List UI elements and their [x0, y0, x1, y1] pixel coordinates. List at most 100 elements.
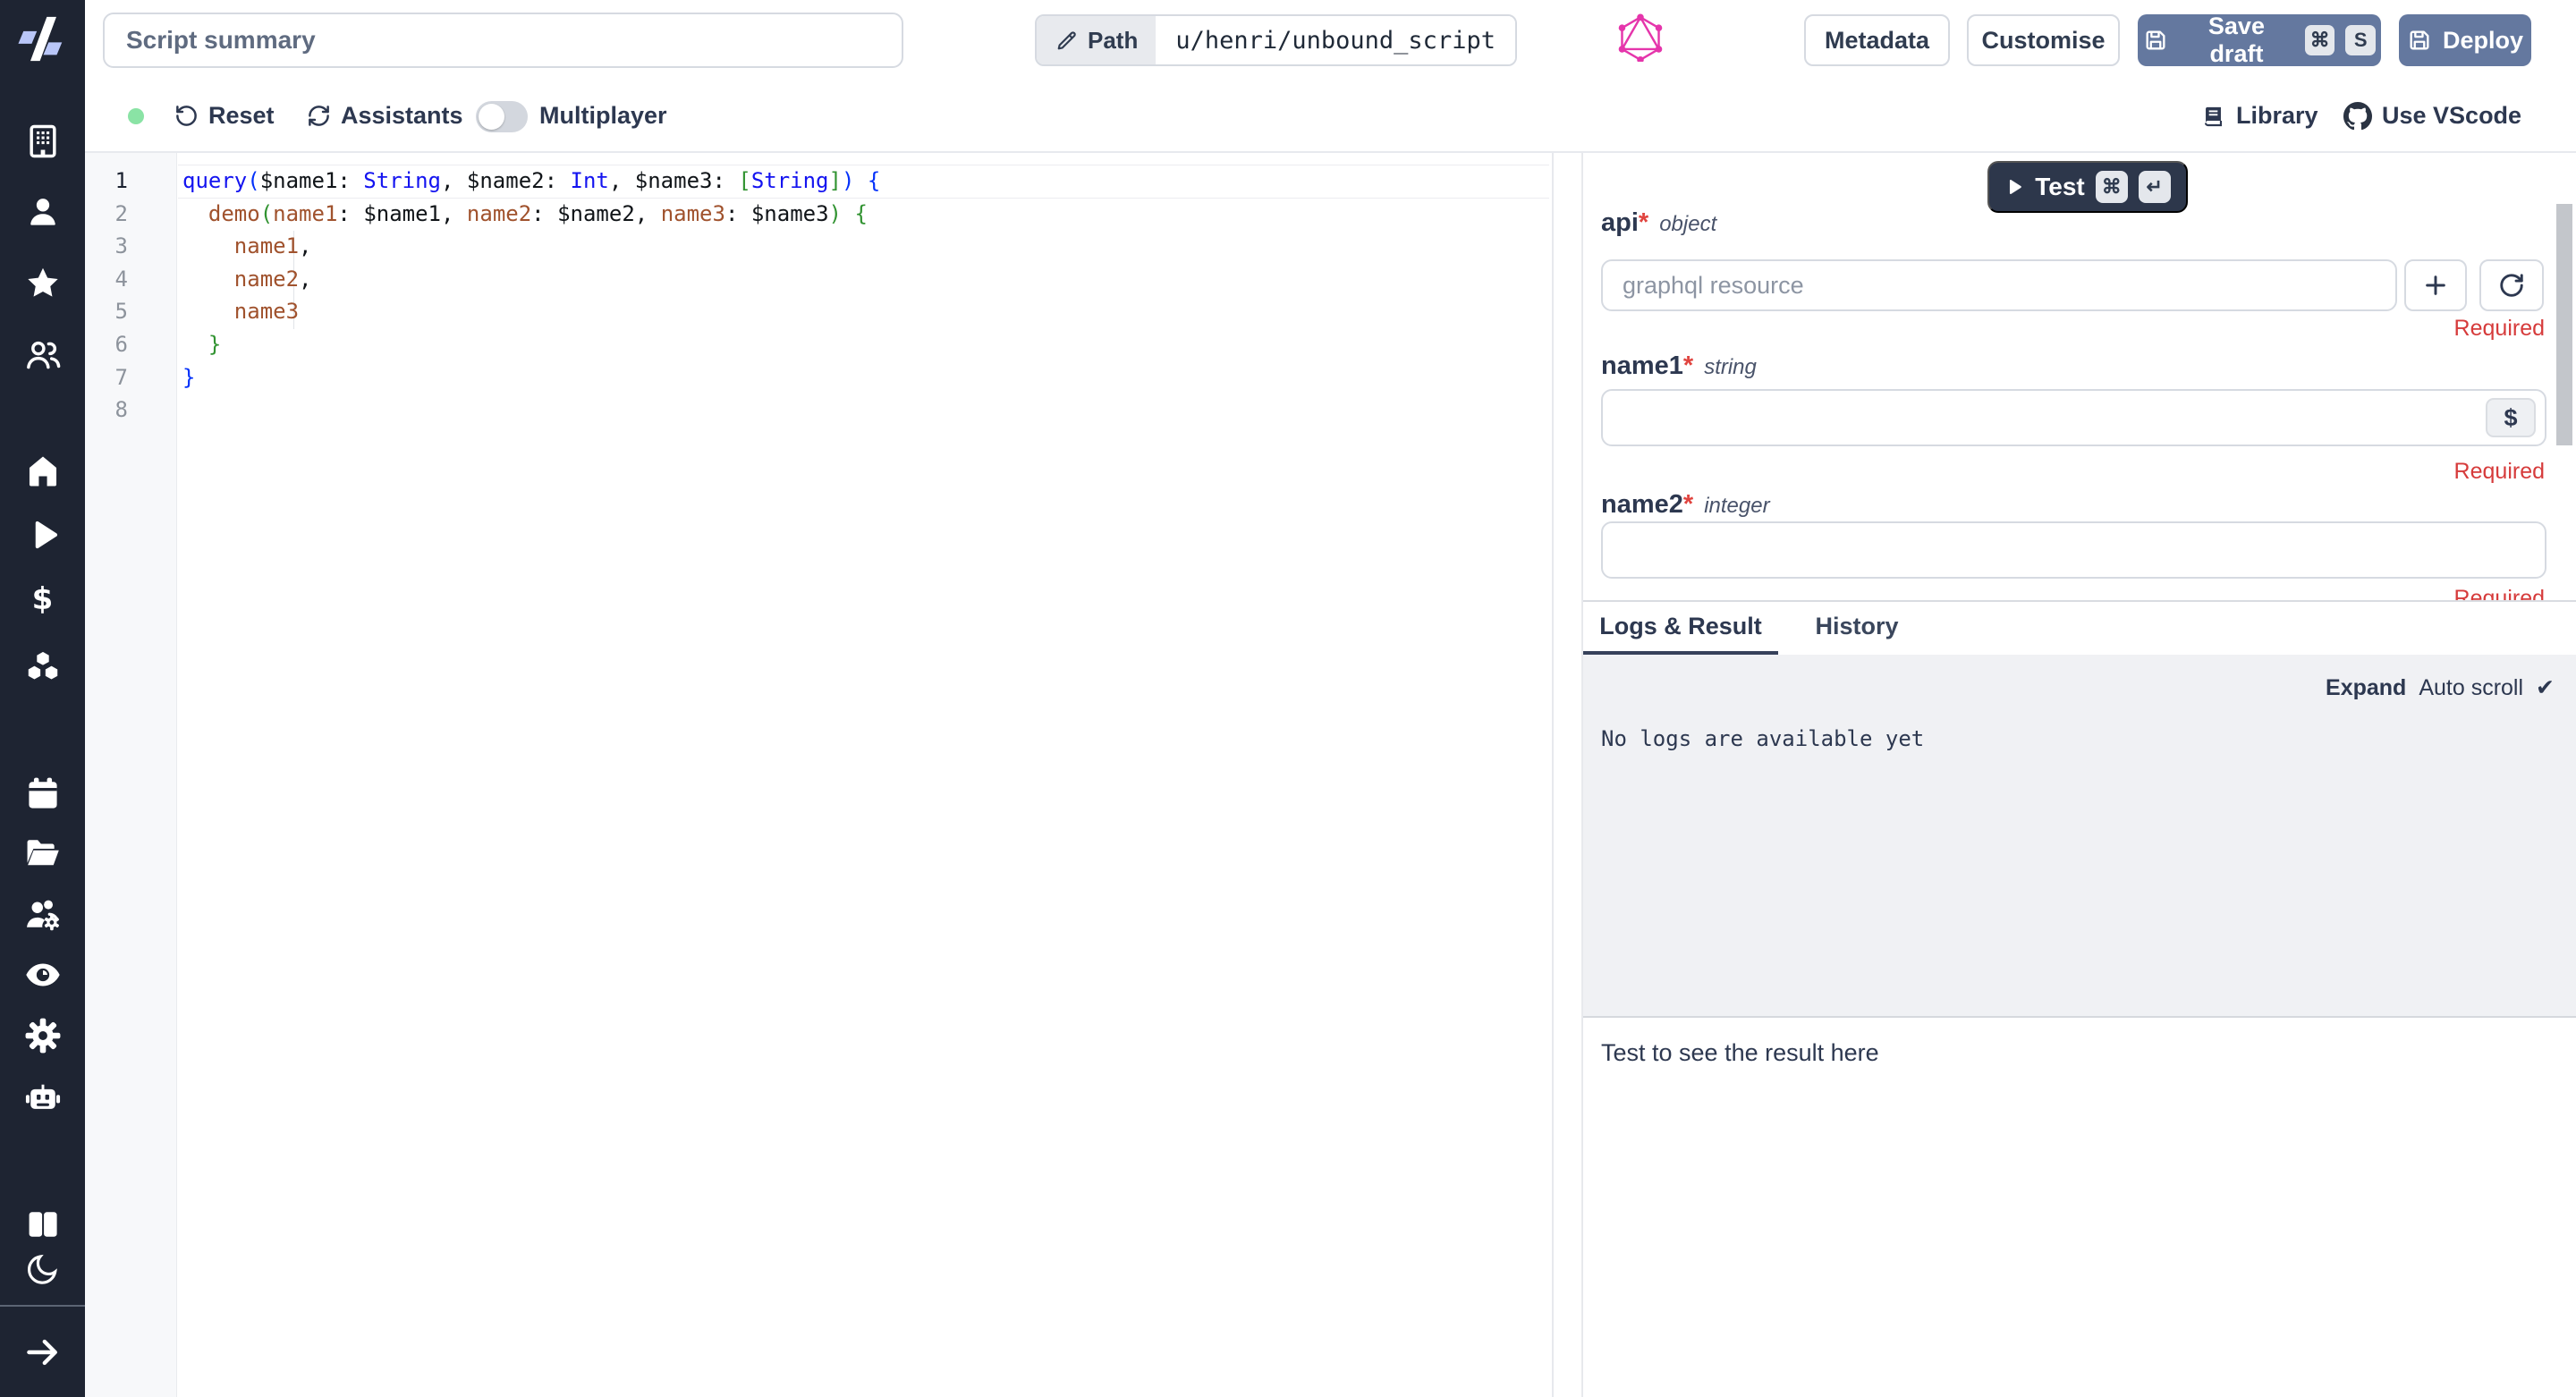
graphql-logo-icon [1616, 13, 1665, 62]
book-open-icon[interactable] [0, 1205, 85, 1244]
code-line[interactable] [182, 394, 1548, 427]
topbar: Path u/henri/unbound_script Metadata Cus… [85, 0, 2576, 80]
code-line[interactable]: name3 [182, 295, 1548, 328]
field-name: name1 [1601, 351, 1683, 380]
assistants-button[interactable]: Assistants [307, 80, 463, 151]
code-lines[interactable]: query($name1: String, $name2: Int, $name… [182, 165, 1548, 427]
name2-input[interactable] [1601, 521, 2546, 579]
calendar-icon[interactable] [0, 775, 85, 814]
users-icon[interactable] [0, 335, 85, 375]
building-icon[interactable] [0, 122, 85, 161]
arrow-right-icon[interactable] [0, 1333, 85, 1372]
line-numbers: 12345678 [85, 153, 176, 427]
add-resource-button[interactable] [2404, 259, 2467, 311]
use-vscode-button[interactable]: Use VScode [2343, 80, 2521, 151]
line-number: 7 [85, 361, 128, 394]
robot-icon[interactable] [0, 1078, 85, 1117]
cmd-key: ⌘ [2305, 25, 2335, 55]
auto-scroll-label[interactable]: Auto scroll [2419, 675, 2523, 701]
code-line[interactable]: } [182, 361, 1548, 394]
sidebar: $ [0, 0, 85, 1397]
library-label: Library [2236, 102, 2318, 130]
code-line[interactable]: demo(name1: $name1, name2: $name2, name3… [182, 198, 1548, 231]
moon-icon[interactable] [0, 1249, 85, 1289]
reset-label: Reset [208, 102, 275, 130]
field-label-name1: name1* string [1601, 351, 1757, 381]
enter-key: ↵ [2139, 171, 2171, 203]
expand-button[interactable]: Expand [2326, 675, 2406, 701]
metadata-button[interactable]: Metadata [1804, 14, 1950, 66]
test-label: Test [2035, 173, 2085, 201]
logs-empty-message: No logs are available yet [1601, 726, 1924, 751]
path-group[interactable]: Path u/henri/unbound_script [1035, 14, 1517, 66]
boxes-icon[interactable] [0, 647, 85, 686]
tab-logs-result[interactable]: Logs & Result [1583, 602, 1778, 651]
line-number: 4 [85, 263, 128, 296]
cmd-key: ⌘ [2096, 171, 2128, 203]
field-type: integer [1704, 494, 1769, 519]
eye-icon[interactable] [0, 955, 85, 995]
form-scrollbar[interactable] [2556, 204, 2572, 445]
path-edit-button[interactable]: Path [1037, 16, 1156, 64]
code-line[interactable]: name2, [182, 263, 1548, 296]
name1-input[interactable] [1601, 389, 2546, 446]
play-icon[interactable] [0, 515, 85, 555]
plus-icon [2421, 271, 2450, 300]
result-placeholder: Test to see the result here [1601, 1039, 1879, 1067]
multiplayer-toggle[interactable] [476, 101, 528, 132]
s-key: S [2345, 25, 2376, 55]
field-label-api: api* object [1601, 208, 1716, 238]
path-label: Path [1088, 27, 1138, 55]
save-icon [2407, 28, 2432, 53]
windmill-logo-icon[interactable] [0, 13, 85, 66]
code-line[interactable]: } [182, 328, 1548, 361]
result-tabs: Logs & Result History [1583, 602, 2576, 655]
line-number: 2 [85, 198, 128, 231]
code-line[interactable]: query($name1: String, $name2: Int, $name… [182, 165, 1548, 198]
code-editor[interactable]: 12345678 query($name1: String, $name2: I… [85, 153, 1554, 1397]
editor-toolbar: Reset Assistants Multiplayer [85, 80, 2576, 153]
refresh-cw-icon [307, 104, 331, 128]
run-panel: Test ⌘ ↵ api* object [1581, 153, 2576, 1397]
users-cog-icon[interactable] [0, 895, 85, 935]
home-icon[interactable] [0, 452, 85, 491]
variable-picker-button[interactable]: $ [2486, 398, 2536, 437]
required-star: * [1639, 208, 1648, 237]
line-number: 3 [85, 230, 128, 263]
script-summary-input[interactable] [103, 13, 903, 68]
api-resource-input[interactable] [1601, 259, 2397, 311]
dollar-icon[interactable]: $ [0, 580, 85, 619]
star-icon[interactable] [0, 264, 85, 303]
github-icon [2343, 102, 2372, 131]
deploy-label: Deploy [2443, 27, 2523, 55]
tab-history[interactable]: History [1803, 602, 1911, 651]
reset-button[interactable]: Reset [174, 80, 275, 151]
folder-open-icon[interactable] [0, 833, 85, 872]
logs-panel: Expand Auto scroll ✔ No logs are availab… [1583, 655, 2576, 1018]
path-value[interactable]: u/henri/unbound_script [1156, 16, 1515, 64]
deploy-button[interactable]: Deploy [2399, 14, 2531, 66]
required-hint: Required [2454, 586, 2545, 602]
customise-button[interactable]: Customise [1967, 14, 2120, 66]
required-hint: Required [2454, 316, 2545, 342]
required-hint: Required [2454, 459, 2545, 485]
refresh-resource-button[interactable] [2479, 259, 2544, 311]
rotate-cw-icon [2498, 272, 2525, 299]
field-type: object [1659, 212, 1716, 237]
editor-gutter: 12345678 [85, 153, 177, 1397]
code-line[interactable]: name1, [182, 230, 1548, 263]
field-type: string [1704, 355, 1757, 380]
test-button[interactable]: Test ⌘ ↵ [1987, 161, 2188, 213]
metadata-label: Metadata [1825, 27, 1929, 55]
required-star: * [1683, 490, 1693, 519]
windmill-script-editor: $ [0, 0, 2576, 1397]
field-name: name2 [1601, 490, 1683, 519]
user-icon[interactable] [0, 192, 85, 232]
result-panel: Test to see the result here [1583, 1020, 2576, 1397]
settings-gear-icon[interactable] [0, 1016, 85, 1055]
library-button[interactable]: Library [2200, 80, 2318, 151]
save-draft-button[interactable]: Save draft ⌘ S [2138, 14, 2381, 66]
pencil-icon [1055, 29, 1079, 53]
field-name: api [1601, 208, 1639, 237]
assistants-label: Assistants [341, 102, 463, 130]
